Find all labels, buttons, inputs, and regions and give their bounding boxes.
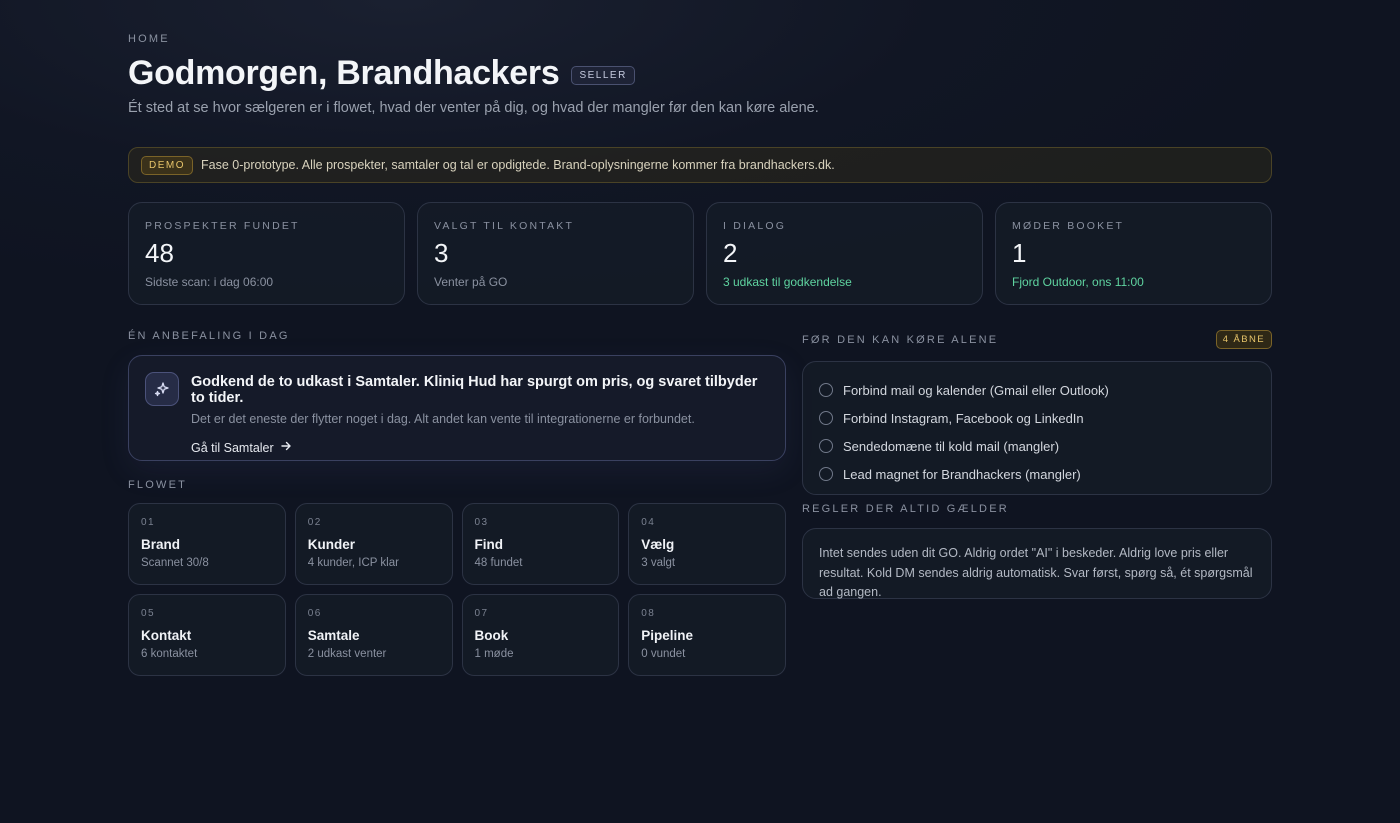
stat-value: 2	[723, 238, 738, 268]
circle-checkbox-icon[interactable]	[819, 411, 833, 425]
page-title: Godmorgen, Brandhackers	[128, 54, 560, 92]
flow-step-number: 04	[641, 517, 656, 528]
checklist-item[interactable]: Lead magnet for Brandhackers (mangler)	[819, 460, 1255, 488]
flow-step-name: Samtale	[307, 628, 360, 643]
left-column: ÉN ANBEFALING I DAG Godkend de to udkast…	[128, 330, 786, 676]
flow-step-number: 03	[474, 517, 489, 528]
stat-card-meetings: MØDER BOOKET 1 Fjord Outdoor, ons 11:00	[995, 202, 1272, 305]
stat-card-prospects: PROSPEKTER FUNDET 48 Sidste scan: i dag …	[128, 202, 405, 305]
demo-text: Fase 0-prototype. Alle prospekter, samta…	[201, 158, 835, 172]
flow-step-book[interactable]: 07 Book 1 møde	[461, 594, 620, 676]
recommendation-section-label: ÉN ANBEFALING I DAG	[128, 330, 290, 342]
checklist-item-label: Lead magnet for Brandhackers (mangler)	[843, 466, 1081, 482]
stat-value: 1	[1012, 238, 1027, 268]
circle-checkbox-icon[interactable]	[819, 383, 833, 397]
flow-step-number: 07	[474, 608, 489, 619]
stat-note: Sidste scan: i dag 06:00	[145, 275, 274, 289]
recommendation-description: Det er det eneste der flytter noget i da…	[191, 412, 695, 426]
demo-tag: DEMO	[141, 155, 193, 175]
flow-step-number: 02	[307, 517, 322, 528]
flow-step-status: 48 fundet	[474, 557, 523, 569]
flow-step-name: Book	[474, 628, 509, 643]
flow-step-samtale[interactable]: 06 Samtale 2 udkast venter	[294, 594, 453, 676]
demo-banner: DEMO Fase 0-prototype. Alle prospekter, …	[128, 147, 1272, 183]
stat-value: 48	[145, 238, 174, 268]
stat-value: 3	[434, 238, 449, 268]
flow-step-status: 2 udkast venter	[307, 648, 387, 660]
flow-grid: 01 Brand Scannet 30/8 02 Kunder 4 kunder…	[128, 503, 786, 676]
circle-checkbox-icon[interactable]	[819, 439, 833, 453]
title-row: Godmorgen, Brandhackers SELLER	[128, 54, 635, 93]
flow-step-number: 08	[641, 608, 656, 619]
checklist-section-label: FØR DEN KAN KØRE ALENE	[802, 333, 999, 346]
stat-label: I DIALOG	[723, 220, 787, 232]
sparkle-icon	[145, 372, 179, 406]
stat-note[interactable]: Fjord Outdoor, ons 11:00	[1012, 275, 1255, 289]
flow-step-kunder[interactable]: 02 Kunder 4 kunder, ICP klar	[294, 503, 453, 585]
flow-step-kontakt[interactable]: 05 Kontakt 6 kontaktet	[128, 594, 286, 676]
recommendation-body: Godkend de to udkast i Samtaler. Kliniq …	[191, 372, 769, 455]
checklist-item-label: Sendedomæne til kold mail (mangler)	[843, 438, 1060, 454]
flow-step-find[interactable]: 03 Find 48 fundet	[461, 503, 620, 585]
circle-checkbox-icon[interactable]	[819, 467, 833, 481]
flow-step-pipeline[interactable]: 08 Pipeline 0 vundet	[628, 594, 786, 676]
checklist-item-label: Forbind mail og kalender (Gmail eller Ou…	[843, 382, 1109, 398]
right-column: FØR DEN KAN KØRE ALENE 4 ÅBNE Forbind ma…	[802, 330, 1272, 599]
stat-card-dialog: I DIALOG 2 3 udkast til godkendelse	[706, 202, 983, 305]
stats-row: PROSPEKTER FUNDET 48 Sidste scan: i dag …	[128, 202, 1272, 305]
flow-step-brand[interactable]: 01 Brand Scannet 30/8	[128, 503, 286, 585]
breadcrumb: HOME	[128, 33, 170, 45]
stat-note[interactable]: 3 udkast til godkendelse	[723, 275, 966, 289]
flow-step-status: 1 møde	[474, 648, 514, 660]
checklist-card: Forbind mail og kalender (Gmail eller Ou…	[802, 361, 1272, 495]
recommendation-title: Godkend de to udkast i Samtaler. Kliniq …	[191, 374, 758, 406]
rules-card: Intet sendes uden dit GO. Aldrig ordet "…	[802, 528, 1272, 599]
stat-label: MØDER BOOKET	[1012, 220, 1125, 232]
role-badge: SELLER	[571, 66, 635, 85]
flow-step-name: Vælg	[641, 537, 675, 552]
flow-step-name: Kontakt	[141, 628, 192, 643]
recommendation-card: Godkend de to udkast i Samtaler. Kliniq …	[128, 355, 786, 461]
flow-step-name: Kunder	[307, 537, 355, 552]
flow-step-number: 05	[141, 608, 156, 619]
flow-section-label: FLOWET	[128, 479, 188, 491]
flow-step-status: 0 vundet	[641, 648, 686, 660]
page-subtitle: Ét sted at se hvor sælgeren er i flowet,…	[128, 100, 819, 116]
flow-step-status: 6 kontaktet	[141, 648, 198, 660]
checklist-item[interactable]: Forbind Instagram, Facebook og LinkedIn	[819, 404, 1255, 432]
stat-card-selected: VALGT TIL KONTAKT 3 Venter på GO	[417, 202, 694, 305]
flow-step-name: Pipeline	[641, 628, 694, 643]
checklist-item[interactable]: Sendedomæne til kold mail (mangler)	[819, 432, 1255, 460]
flow-step-status: 3 valgt	[641, 557, 676, 569]
checklist-item[interactable]: Forbind mail og kalender (Gmail eller Ou…	[819, 376, 1255, 404]
stat-label: PROSPEKTER FUNDET	[145, 220, 300, 232]
open-count-badge: 4 ÅBNE	[1215, 330, 1272, 349]
arrow-right-icon	[280, 440, 292, 455]
go-to-conversations-link[interactable]: Gå til Samtaler	[191, 440, 292, 455]
checklist-item-label: Forbind Instagram, Facebook og LinkedIn	[843, 410, 1084, 426]
flow-step-name: Brand	[141, 537, 181, 552]
rules-section-label: REGLER DER ALTID GÆLDER	[802, 503, 1009, 515]
flow-step-name: Find	[474, 537, 504, 552]
flow-step-number: 06	[307, 608, 322, 619]
flow-step-status: 4 kunder, ICP klar	[307, 557, 399, 569]
stat-note: Venter på GO	[434, 275, 508, 289]
flow-step-number: 01	[141, 517, 156, 528]
rules-text: Intet sendes uden dit GO. Aldrig ordet "…	[819, 546, 1253, 599]
stat-label: VALGT TIL KONTAKT	[434, 220, 575, 232]
checklist-header: FØR DEN KAN KØRE ALENE 4 ÅBNE	[802, 330, 1272, 349]
flow-step-status: Scannet 30/8	[141, 557, 209, 569]
link-label: Gå til Samtaler	[191, 440, 274, 455]
flow-step-vaelg[interactable]: 04 Vælg 3 valgt	[628, 503, 786, 585]
